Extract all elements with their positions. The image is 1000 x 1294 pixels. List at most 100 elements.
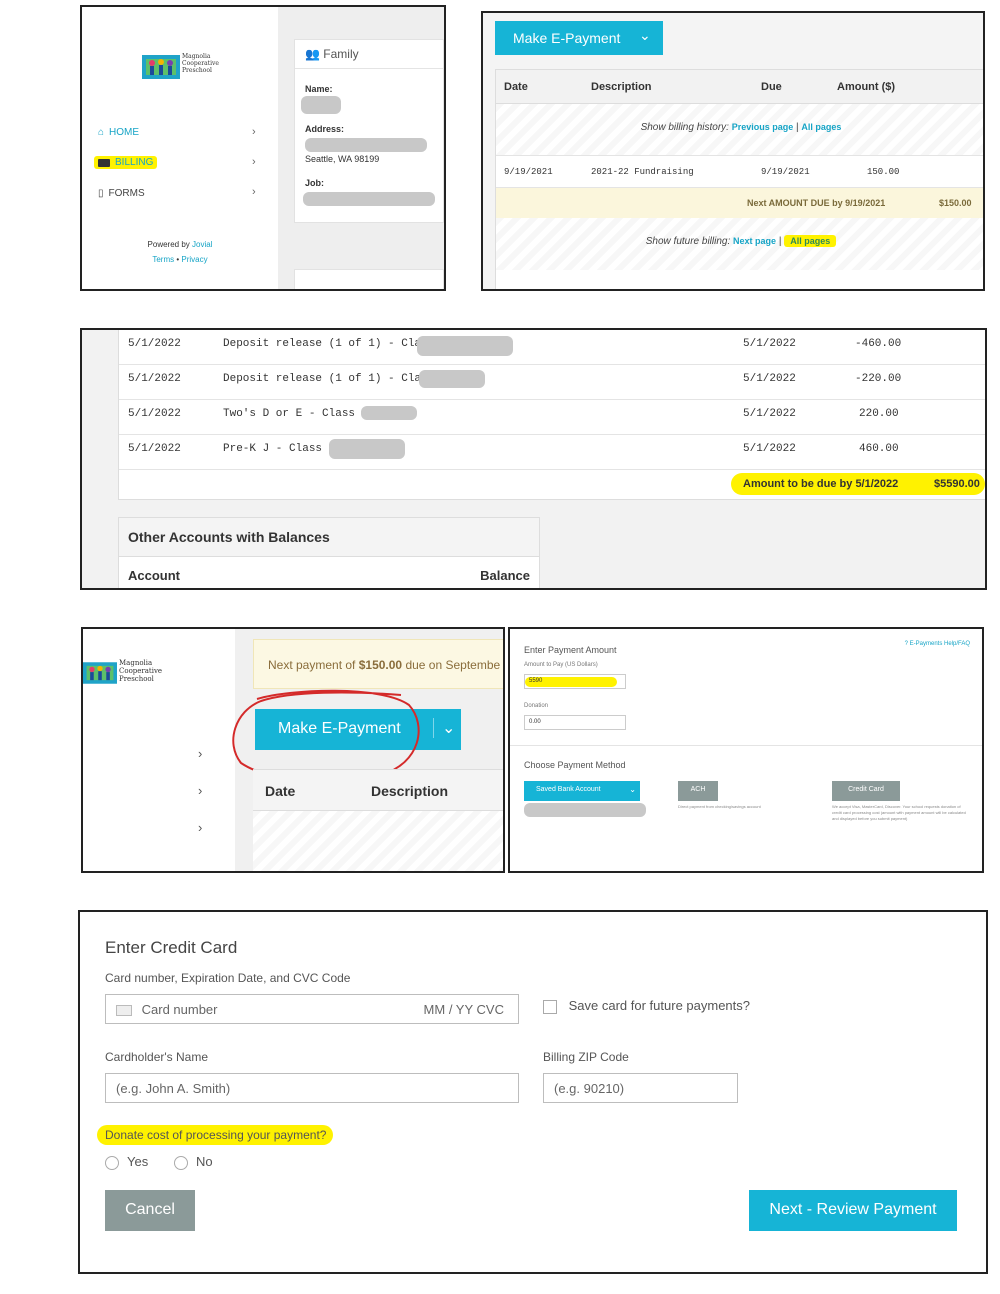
row-due: 5/1/2022 xyxy=(743,443,796,455)
future-text: Show future billing: xyxy=(645,236,731,247)
row-date: 5/1/2022 xyxy=(128,408,181,420)
row-description: 2021-22 Fundraising xyxy=(591,167,694,177)
donation-label: Donation xyxy=(524,703,549,709)
help-link-label: E-Payments Help/FAQ xyxy=(909,641,970,647)
cardholder-name-input[interactable]: (e.g. John A. Smith) xyxy=(105,1073,519,1103)
row-amount: -220.00 xyxy=(855,373,902,385)
next-card xyxy=(294,269,444,289)
saved-bank-label: Saved Bank Account xyxy=(536,786,601,793)
row-due: 9/19/2021 xyxy=(761,167,810,177)
balance-header: Balance xyxy=(480,568,530,583)
nav-home[interactable]: ⌂ HOME xyxy=(98,127,139,138)
future-row: Show future billing: Next page | All pag… xyxy=(496,218,983,270)
payment-amount-panel: ? E-Payments Help/FAQ Enter Payment Amou… xyxy=(508,627,984,873)
yes-radio[interactable] xyxy=(105,1155,119,1170)
nav-forms-label: FORMS xyxy=(108,188,145,199)
name-label: Name: xyxy=(305,84,333,94)
redacted-job xyxy=(303,192,435,206)
no-radio[interactable] xyxy=(174,1155,188,1170)
divider xyxy=(510,745,982,746)
credit-card-button[interactable]: Credit Card xyxy=(832,781,900,801)
chevron-down-icon[interactable]: ⌄ xyxy=(433,718,455,738)
row-description: Deposit release (1 of 1) - Class xyxy=(223,338,435,350)
row-description: Pre-K J - Class J xyxy=(223,443,336,455)
donation-input[interactable]: 0.00 xyxy=(524,715,626,730)
next-payment-alert: Next payment of $150.00 due on Septembe xyxy=(253,639,503,689)
card-label: Card number, Expiration Date, and CVC Co… xyxy=(105,971,351,985)
footer-links: Terms • Privacy xyxy=(82,255,278,264)
chevron-right-icon[interactable]: › xyxy=(198,783,202,798)
save-card-checkbox[interactable] xyxy=(543,999,557,1014)
all-pages-link[interactable]: All pages xyxy=(801,122,841,132)
nav-forms[interactable]: ▯ FORMS xyxy=(98,188,145,199)
terms-link[interactable]: Terms xyxy=(152,255,174,264)
table-row: 9/19/2021 2021-22 Fundraising 9/19/2021 … xyxy=(496,156,983,188)
redacted-class xyxy=(417,336,513,356)
chevron-down-icon[interactable]: ⌄ xyxy=(639,27,651,44)
document-icon: ▯ xyxy=(98,188,104,199)
future-billing-table: 5/1/2022 Deposit release (1 of 1) - Clas… xyxy=(118,330,985,500)
row-due: 5/1/2022 xyxy=(743,373,796,385)
family-title: Family xyxy=(323,47,359,61)
previous-page-link[interactable]: Previous page xyxy=(732,122,794,132)
card-exp-placeholder: MM / YY xyxy=(423,1002,473,1017)
privacy-link[interactable]: Privacy xyxy=(181,255,207,264)
next-page-link[interactable]: Next page xyxy=(733,236,776,246)
logo-line: Preschool xyxy=(182,67,212,74)
next-review-payment-button[interactable]: Next - Review Payment xyxy=(749,1190,957,1231)
chevron-right-icon[interactable]: › xyxy=(198,746,202,761)
cancel-label: Cancel xyxy=(125,1201,175,1218)
row-amount: 460.00 xyxy=(859,443,899,455)
sidebar: Magnolia Cooperative Preschool ⌂ HOME › … xyxy=(82,7,278,289)
nav-billing[interactable]: BILLING xyxy=(94,156,158,169)
row-date: 9/19/2021 xyxy=(504,167,553,177)
next-payment-panel: Magnolia Cooperative Preschool › › › Nex… xyxy=(81,627,505,873)
donate-question: Donate cost of processing your payment? xyxy=(105,1128,327,1142)
chevron-right-icon[interactable]: › xyxy=(198,820,202,835)
ach-label: ACH xyxy=(690,786,706,793)
row-date: 5/1/2022 xyxy=(128,338,181,350)
save-card-label: Save card for future payments? xyxy=(568,998,750,1013)
row-due: 5/1/2022 xyxy=(743,408,796,420)
zip-label: Billing ZIP Code xyxy=(543,1050,629,1064)
ach-button[interactable]: ACH xyxy=(678,781,718,801)
row-due: 5/1/2022 xyxy=(743,338,796,350)
question-icon: ? xyxy=(904,641,908,647)
card-cvc-placeholder: CVC xyxy=(476,1002,504,1017)
next-payment-amount: $150.00 xyxy=(358,658,403,672)
chevron-down-icon: ⌄ xyxy=(629,785,636,794)
table-row: 5/1/2022 Deposit release (1 of 1) - Clas… xyxy=(119,365,985,400)
logo-line: Magnolia xyxy=(119,659,153,667)
row-description: Deposit release (1 of 1) - Class xyxy=(223,373,435,385)
billing-table-panel: Make E-Payment ⌄ Date Description Due Am… xyxy=(481,11,985,291)
total-label: Amount to be due by 5/1/2022 xyxy=(743,478,899,490)
header-amount: Amount ($) xyxy=(837,81,896,93)
zip-input[interactable]: (e.g. 90210) xyxy=(543,1073,738,1103)
logo-line: Preschool xyxy=(119,675,154,683)
make-epayment-button[interactable]: Make E-Payment ⌄ xyxy=(495,21,663,55)
saved-bank-select[interactable]: Saved Bank Account ⌄ xyxy=(524,781,640,801)
donate-yes-option[interactable]: Yes xyxy=(105,1154,148,1170)
donate-no-option[interactable]: No xyxy=(174,1154,213,1170)
help-link[interactable]: ? E-Payments Help/FAQ xyxy=(905,641,970,647)
table-row: 5/1/2022 Two's D or E - Class E 5/1/2022… xyxy=(119,400,985,435)
amount-input[interactable]: 5590 xyxy=(524,674,626,689)
job-label: Job: xyxy=(305,178,324,188)
all-pages-future-link[interactable]: All pages xyxy=(784,235,837,247)
row-date: 5/1/2022 xyxy=(128,443,181,455)
preschool-logo: Magnolia Cooperative Preschool xyxy=(83,659,162,691)
other-accounts-card: Other Accounts with Balances Account Bal… xyxy=(118,517,540,588)
jovial-link[interactable]: Jovial xyxy=(192,240,212,249)
people-icon: 👥 xyxy=(305,47,320,61)
cardholder-name-label: Cardholder's Name xyxy=(105,1050,209,1064)
total-amount: $5590.00 xyxy=(934,478,980,490)
cardholder-name-placeholder: (e.g. John A. Smith) xyxy=(116,1081,231,1096)
row-amount: 220.00 xyxy=(859,408,899,420)
save-card-option[interactable]: Save card for future payments? xyxy=(543,998,750,1014)
chevron-right-icon: › xyxy=(252,186,256,198)
donation-value: 0.00 xyxy=(529,719,541,725)
redacted-name xyxy=(301,96,341,114)
cancel-button[interactable]: Cancel xyxy=(105,1190,195,1231)
family-screen-panel: Magnolia Cooperative Preschool ⌂ HOME › … xyxy=(80,5,446,291)
card-number-input[interactable]: Card number MM / YY CVC xyxy=(105,994,519,1024)
